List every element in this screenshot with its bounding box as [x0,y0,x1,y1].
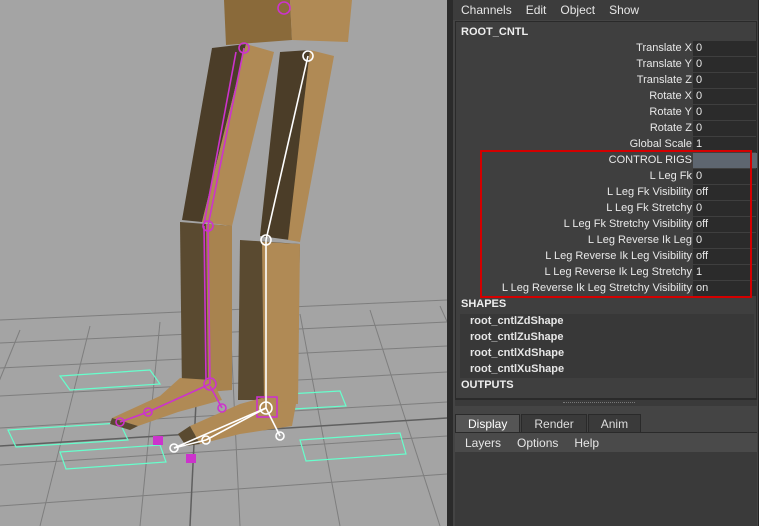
right-shin [262,242,300,404]
attr-row-rotate-x[interactable]: Rotate X0 [456,89,757,105]
menu-options[interactable]: Options [517,436,558,450]
menu-object[interactable]: Object [560,3,595,17]
attr-label: L Leg Fk Stretchy [606,202,692,214]
attr-value[interactable]: 0 [693,41,757,56]
channel-box: ROOT_CNTL Translate X0 Translate Y0 Tran… [455,21,757,399]
attr-row-l-leg-fk-stretchy[interactable]: L Leg Fk Stretchy 0 [456,201,757,217]
attr-value[interactable]: 0 [693,57,757,72]
attr-value[interactable]: 0 [693,89,757,104]
3d-viewport[interactable] [0,0,447,526]
attr-label: Rotate X [649,90,692,102]
attr-value[interactable]: off [693,249,757,264]
attr-row-translate-z[interactable]: Translate Z0 [456,73,757,89]
attr-value[interactable]: 0 [693,73,757,88]
attr-value[interactable]: 0 [693,105,757,120]
attr-value[interactable]: off [693,217,757,232]
tab-render[interactable]: Render [521,414,587,433]
attr-label: L Leg Reverse Ik Leg Stretchy Visibility [501,282,692,294]
shape-item[interactable]: root_cntlZuShape [470,331,564,343]
viewport-scene [0,0,447,526]
attr-value[interactable]: on [693,281,757,296]
tab-display[interactable]: Display [455,414,521,433]
attr-value[interactable]: 0 [693,169,757,184]
attr-row-rotate-z[interactable]: Rotate Z0 [456,121,757,137]
attr-row-rotate-y[interactable]: Rotate Y0 [456,105,757,121]
shape-item[interactable]: root_cntlZdShape [470,315,564,327]
menu-layers[interactable]: Layers [465,436,501,450]
menu-channels[interactable]: Channels [461,3,512,17]
menu-show[interactable]: Show [609,3,639,17]
shape-item[interactable]: root_cntlXdShape [470,347,564,359]
outputs-header[interactable]: OUTPUTS [461,379,514,391]
attr-label: Translate Y [636,58,692,70]
object-name[interactable]: ROOT_CNTL [461,26,528,38]
attr-row-l-leg-reverse-ik-leg-stretchy[interactable]: L Leg Reverse Ik Leg Stretchy 1 [456,265,757,281]
attr-label: Global Scale [629,138,692,150]
attr-label: Translate Z [636,74,692,86]
attr-row-translate-x[interactable]: Translate X0 [456,41,757,57]
attr-row-l-leg-fk[interactable]: L Leg Fk 0 [456,169,757,185]
attr-row-l-leg-reverse-ik-leg-stretchy-visibility[interactable]: L Leg Reverse Ik Leg Stretchy Visibility… [456,281,757,297]
attr-row-l-leg-reverse-ik-leg[interactable]: L Leg Reverse Ik Leg 0 [456,233,757,249]
attr-label: L Leg Fk Visibility [607,186,692,198]
upper-body-front [290,0,352,42]
attr-row-control-rigs[interactable]: CONTROL RIGS [456,153,757,169]
attr-label: L Leg Reverse Ik Leg Visibility [545,250,692,262]
layer-editor: Display Render Anim Layers Options Help [455,408,757,526]
attr-row-l-leg-reverse-ik-leg-visibility[interactable]: L Leg Reverse Ik Leg Visibility off [456,249,757,265]
attr-row-l-leg-fk-visibility[interactable]: L Leg Fk Visibility off [456,185,757,201]
attr-value[interactable]: 0 [693,201,757,216]
attr-value[interactable]: off [693,185,757,200]
shape-item[interactable]: root_cntlXuShape [470,363,564,375]
attr-label: L Leg Fk Stretchy Visibility [563,218,692,230]
attr-value[interactable]: 0 [693,233,757,248]
attr-value[interactable]: 0 [693,121,757,136]
menu-edit[interactable]: Edit [526,3,547,17]
attr-row-l-leg-fk-stretchy-visibility[interactable]: L Leg Fk Stretchy Visibility off [456,217,757,233]
channel-box-menubar: Channels Edit Object Show [453,0,758,20]
attr-label: L Leg Reverse Ik Leg [587,234,692,246]
attr-label: Rotate Z [649,122,692,134]
pane-splitter[interactable] [455,399,757,406]
layer-list[interactable] [455,452,757,526]
attr-value[interactable]: 1 [693,265,757,280]
attr-row-translate-y[interactable]: Translate Y0 [456,57,757,73]
layer-editor-menubar: Layers Options Help [455,432,757,453]
shapes-header: SHAPES [461,298,507,310]
attr-value[interactable]: 1 [693,137,757,152]
attr-value[interactable] [693,153,757,168]
attr-row-global-scale[interactable]: Global Scale 1 [456,137,757,153]
attr-label: Translate X [636,42,692,54]
attr-label: Rotate Y [649,106,692,118]
splitter-grip[interactable] [563,402,635,405]
attr-label: L Leg Fk [649,170,692,182]
attr-label: CONTROL RIGS [608,154,692,166]
layer-editor-tabs: Display Render Anim [455,414,642,433]
attr-label: L Leg Reverse Ik Leg Stretchy [544,266,692,278]
channel-box-panel: Channels Edit Object Show ROOT_CNTL Tran… [453,0,759,526]
menu-help[interactable]: Help [574,436,599,450]
upper-body-back [224,0,292,45]
tab-anim[interactable]: Anim [587,414,642,433]
